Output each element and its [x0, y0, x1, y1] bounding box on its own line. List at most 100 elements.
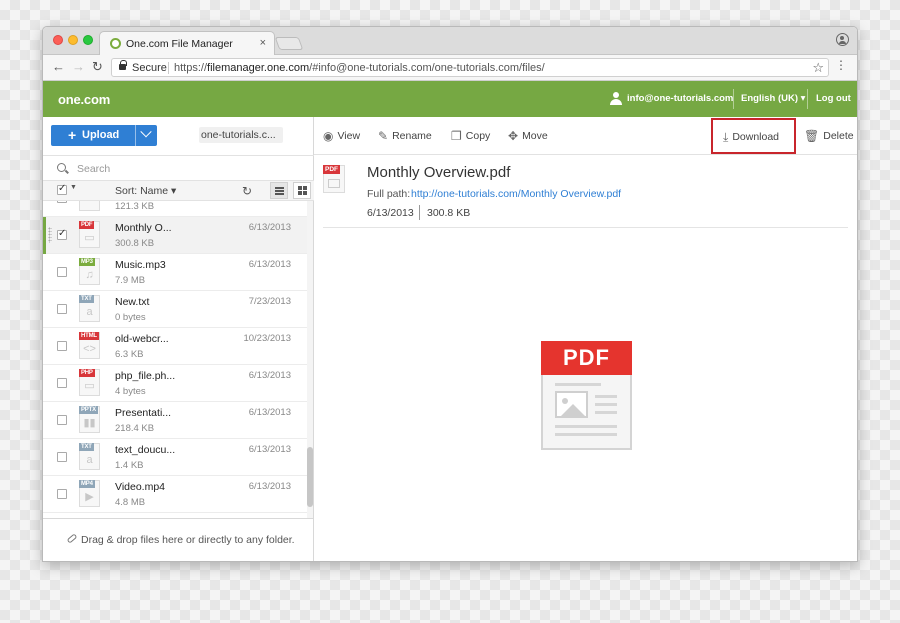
- trash-icon: 🗑: [804, 129, 820, 143]
- select-all-checkbox[interactable]: [57, 183, 67, 195]
- file-checkbox[interactable]: [57, 201, 67, 203]
- upload-button[interactable]: + Upload: [51, 125, 157, 146]
- file-name: Video.mp4: [115, 481, 166, 493]
- file-date: 6/13/2013: [248, 481, 291, 492]
- file-name: Monthly O...: [115, 222, 172, 234]
- file-size: 6.3 KB: [115, 349, 144, 360]
- file-row[interactable]: MP4 ▶ Video.mp4 4.8 MB 6/13/2013: [43, 476, 307, 513]
- drop-zone[interactable]: Drag & drop files here or directly to an…: [43, 518, 314, 561]
- file-type-icon: HTML <>: [79, 332, 100, 359]
- delete-label: Delete: [823, 130, 854, 142]
- file-checkbox[interactable]: [57, 228, 67, 240]
- file-list-scrollbar[interactable]: [307, 201, 313, 518]
- file-type-icon: PHP ▭: [79, 369, 100, 396]
- file-date: 6/13/2013: [248, 370, 291, 381]
- file-checkbox[interactable]: [57, 304, 67, 314]
- browser-window: One.com File Manager × ← → ↻ Secure http…: [42, 26, 858, 562]
- brand-logo[interactable]: one.com: [58, 92, 110, 107]
- download-highlight: ⤓ Download: [711, 118, 796, 154]
- file-row[interactable]: TXT a New.txt 0 bytes 7/23/2013: [43, 291, 307, 328]
- file-glyph: <>: [83, 343, 96, 355]
- file-name: Presentati...: [115, 407, 172, 419]
- search-bar: [43, 155, 314, 181]
- file-type-icon: PDF ▭: [79, 221, 100, 248]
- lock-icon: [119, 60, 127, 70]
- file-checkbox[interactable]: [57, 378, 67, 388]
- secure-label: Secure: [132, 62, 167, 74]
- file-checkbox[interactable]: [57, 415, 67, 425]
- file-size: 0 bytes: [115, 312, 146, 323]
- list-view-button[interactable]: [270, 182, 288, 199]
- download-button[interactable]: ⤓ Download: [723, 130, 779, 145]
- browser-tab[interactable]: One.com File Manager ×: [99, 31, 275, 56]
- delete-button[interactable]: 🗑 Delete: [804, 129, 854, 143]
- sort-dropdown[interactable]: Sort: Name ▾: [115, 185, 176, 197]
- file-date: 10/23/2013: [243, 333, 291, 344]
- file-checkbox[interactable]: [57, 489, 67, 499]
- user-email[interactable]: info@one-tutorials.com: [627, 93, 733, 104]
- file-date: 6/13/2013: [367, 207, 414, 219]
- bookmark-star-icon[interactable]: ☆: [812, 60, 824, 76]
- full-path-label: Full path:: [367, 188, 411, 200]
- tab-strip: One.com File Manager ×: [43, 27, 857, 56]
- file-size: 7.9 MB: [115, 275, 146, 286]
- chevron-down-icon[interactable]: [140, 126, 152, 138]
- detail-divider: [323, 227, 848, 228]
- grid-view-button[interactable]: [293, 182, 311, 199]
- file-row[interactable]: TXT a text_doucu... 1.4 KB 6/13/2013: [43, 439, 307, 476]
- logout-link[interactable]: Log out: [816, 93, 851, 104]
- file-type-tag: PHP: [79, 369, 95, 377]
- browser-menu-icon[interactable]: ⋮: [835, 59, 847, 71]
- download-icon: ⤓: [723, 130, 729, 144]
- move-button[interactable]: ✥ Move: [508, 129, 548, 143]
- file-glyph: a: [86, 454, 93, 466]
- url-scheme: https://: [174, 62, 208, 74]
- drag-handle-icon[interactable]: [48, 227, 52, 243]
- maximize-window-button[interactable]: [83, 35, 93, 45]
- search-input[interactable]: [77, 160, 277, 177]
- preview-text-line: [555, 425, 617, 428]
- file-checkbox[interactable]: [57, 341, 67, 351]
- close-window-button[interactable]: [53, 35, 63, 45]
- file-date: 6/13/2013: [248, 259, 291, 270]
- file-row[interactable]: HTML <> old-webcr... 6.3 KB 10/23/2013: [43, 328, 307, 365]
- address-bar: ← → ↻ Secure https://filemanager.one.com…: [43, 55, 857, 81]
- file-list: 121.3 KB PDF ▭ Monthly O... 300.8 KB 6/13/201…: [43, 201, 307, 518]
- image-placeholder-icon: [328, 179, 340, 188]
- file-row[interactable]: PPTX ▮▮ Presentati... 218.4 KB 6/13/2013: [43, 402, 307, 439]
- copy-button[interactable]: ❐ Copy: [451, 129, 490, 143]
- back-arrow-icon[interactable]: ←: [52, 59, 65, 74]
- tab-close-icon[interactable]: ×: [260, 37, 266, 49]
- file-glyph: ▭: [84, 380, 95, 392]
- file-title: Monthly Overview.pdf: [367, 164, 511, 181]
- view-button[interactable]: ◉ View: [323, 129, 360, 143]
- file-date: 6/13/2013: [248, 444, 291, 455]
- profile-icon[interactable]: [836, 33, 849, 46]
- file-row[interactable]: 121.3 KB: [43, 201, 307, 217]
- copy-label: Copy: [465, 130, 491, 142]
- breadcrumb[interactable]: one-tutorials.c...: [199, 127, 283, 143]
- reload-icon[interactable]: ↻: [92, 59, 103, 75]
- file-checkbox[interactable]: [57, 452, 67, 462]
- rename-button[interactable]: ✎ Rename: [378, 129, 432, 143]
- view-label: View: [337, 130, 361, 142]
- file-row[interactable]: PDF ▭ Monthly O... 300.8 KB 6/13/2013: [43, 217, 307, 254]
- file-row[interactable]: MP3 ♫ Music.mp3 7.9 MB 6/13/2013: [43, 254, 307, 291]
- file-size: 121.3 KB: [115, 201, 155, 212]
- header-divider: [807, 89, 808, 109]
- language-selector[interactable]: English (UK) ▾: [741, 93, 805, 104]
- caret-down-icon[interactable]: ▼: [70, 184, 77, 191]
- full-path-link[interactable]: http://one-tutorials.com/Monthly Overvie…: [411, 188, 621, 200]
- file-type-icon: MP3 ♫: [79, 258, 100, 285]
- file-row[interactable]: PHP ▭ php_file.ph... 4 bytes 6/13/2013: [43, 365, 307, 402]
- preview-text-line: [595, 395, 617, 398]
- refresh-icon[interactable]: ↻: [242, 184, 252, 198]
- new-tab-button[interactable]: [274, 37, 304, 50]
- scrollbar-thumb[interactable]: [307, 447, 313, 507]
- file-checkbox[interactable]: [57, 267, 67, 277]
- header-divider: [733, 89, 734, 109]
- minimize-window-button[interactable]: [68, 35, 78, 45]
- forward-arrow-icon[interactable]: →: [72, 59, 85, 74]
- url-field[interactable]: Secure https://filemanager.one.com/#info…: [111, 58, 829, 77]
- url-text: https://filemanager.one.com/#info@one-tu…: [174, 62, 545, 74]
